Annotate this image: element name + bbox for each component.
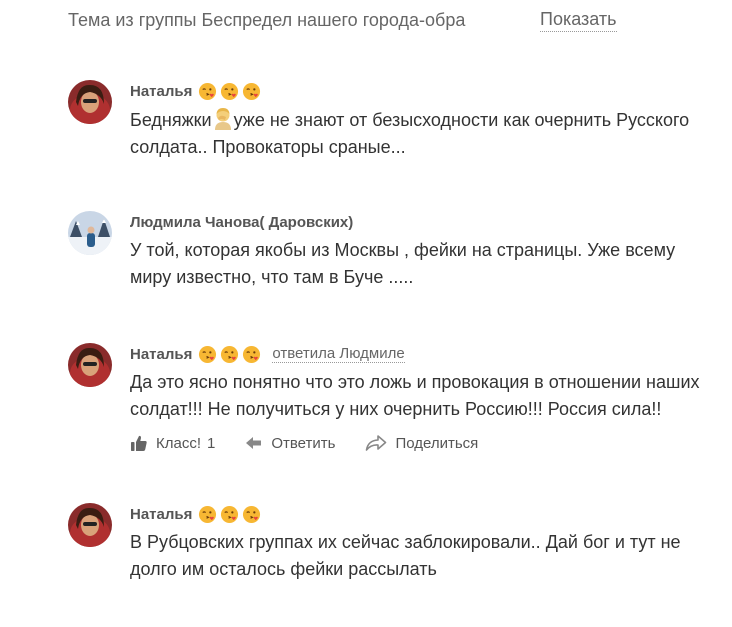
arrow-left-icon: [246, 437, 262, 449]
topic-bar: Тема из группы Беспредел нашего города-о…: [68, 6, 688, 34]
author-name[interactable]: Наталья: [130, 346, 192, 363]
comment-text: У той, которая якобы из Москвы , фейки н…: [130, 240, 676, 287]
face-blowing-kiss-icon: [198, 82, 217, 101]
comment-actions: Класс! 1 Ответить Поделиться: [130, 433, 710, 453]
show-topic-link[interactable]: Показать: [540, 9, 617, 32]
avatar[interactable]: [68, 80, 112, 124]
like-label: Класс!: [156, 434, 201, 452]
face-blowing-kiss-icon: [220, 345, 239, 364]
author-name[interactable]: Наталья: [130, 83, 192, 100]
like-button[interactable]: Класс! 1: [130, 434, 215, 452]
reply-label: Ответить: [271, 434, 336, 452]
comment-text: В Рубцовских группах их сейчас заблокиро…: [130, 532, 681, 579]
comment-text: Бедняжки уже не знают от безысходности ка…: [130, 106, 710, 161]
share-button[interactable]: Поделиться: [365, 434, 478, 452]
avatar[interactable]: [68, 343, 112, 387]
author-line: Наталья: [130, 80, 710, 102]
reply-to-link[interactable]: ответила Людмиле: [272, 345, 405, 363]
author-line: Людмила Чанова( Даровских): [130, 211, 710, 233]
person-facepalm-icon: [212, 106, 234, 130]
author-name[interactable]: Наталья: [130, 506, 192, 523]
like-count: 1: [207, 434, 216, 452]
comments-page: Тема из группы Беспредел нашего города-о…: [0, 0, 732, 627]
face-blowing-kiss-icon: [242, 505, 261, 524]
face-blowing-kiss-icon: [242, 82, 261, 101]
topic-title: Тема из группы Беспредел нашего города-о…: [68, 9, 466, 30]
comment-text-part: Бедняжки: [130, 110, 212, 130]
comment-text: Да это ясно понятно что это ложь и прово…: [130, 372, 700, 419]
author-line: Наталья ответила Людмиле: [130, 343, 710, 365]
thumbs-up-icon: [131, 435, 147, 451]
face-blowing-kiss-icon: [220, 505, 239, 524]
reply-button[interactable]: Ответить: [245, 435, 335, 452]
face-blowing-kiss-icon: [242, 345, 261, 364]
author-line: Наталья: [130, 503, 710, 525]
avatar[interactable]: [68, 503, 112, 547]
avatar[interactable]: [68, 211, 112, 255]
author-name[interactable]: Людмила Чанова( Даровских): [130, 214, 353, 231]
face-blowing-kiss-icon: [198, 345, 217, 364]
face-blowing-kiss-icon: [220, 82, 239, 101]
share-label: Поделиться: [395, 434, 479, 452]
face-blowing-kiss-icon: [198, 505, 217, 524]
share-icon: [366, 435, 387, 451]
